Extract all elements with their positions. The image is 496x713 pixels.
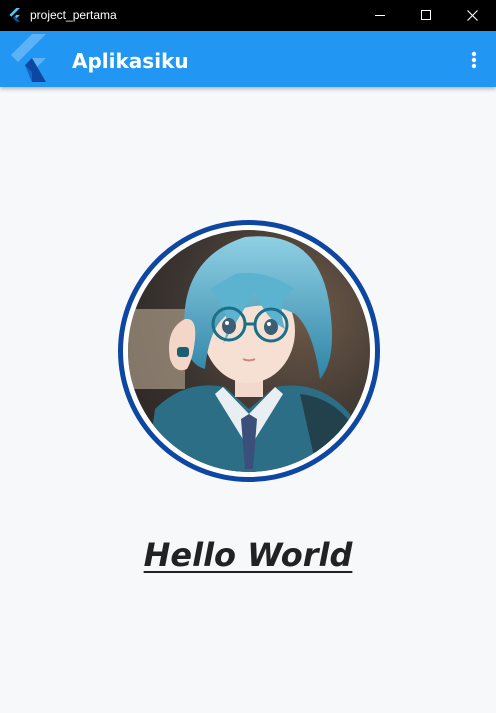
- minimize-button[interactable]: [357, 0, 403, 31]
- flutter-logo-icon: [11, 34, 46, 82]
- app-bar: Aplikasiku: [0, 31, 496, 87]
- more-vertical-icon: [471, 51, 477, 69]
- more-options-button[interactable]: [458, 40, 490, 80]
- window-title: project_pertama: [30, 8, 117, 22]
- hello-world-text: Hello World: [143, 536, 353, 574]
- avatar-image: [118, 220, 380, 482]
- close-button[interactable]: [449, 0, 495, 31]
- profile-avatar: [115, 219, 383, 483]
- minimize-icon: [374, 15, 385, 16]
- flutter-logo-icon: [9, 8, 20, 22]
- maximize-icon: [420, 10, 431, 20]
- app-title: Aplikasiku: [72, 49, 189, 73]
- maximize-button[interactable]: [403, 0, 449, 31]
- close-icon: [466, 10, 478, 21]
- window-titlebar: project_pertama: [0, 0, 496, 31]
